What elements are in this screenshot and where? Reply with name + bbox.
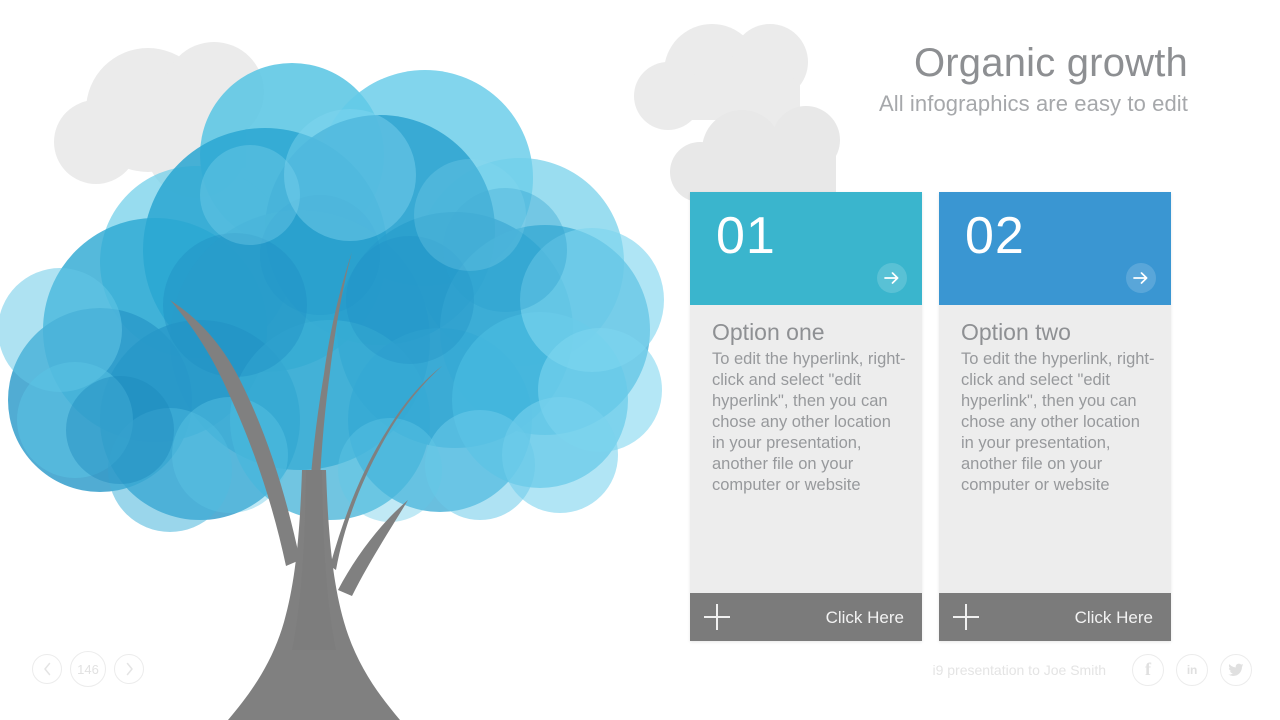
arrow-right-icon[interactable]	[1126, 263, 1156, 293]
header-block: Organic growth All infographics are easy…	[568, 42, 1188, 118]
page-subtitle: All infographics are easy to edit	[878, 91, 1188, 117]
tree-foliage	[0, 63, 664, 532]
cloud-left	[54, 42, 264, 198]
card-number-02: 02	[965, 207, 1025, 265]
tree-branches	[170, 252, 442, 596]
page-number[interactable]: 146	[70, 651, 106, 687]
twitter-icon[interactable]	[1220, 654, 1252, 686]
plus-icon	[704, 604, 730, 630]
card-title-01: Option one	[712, 319, 825, 345]
footer-bar: i9 presentation to Joe Smith f in	[932, 654, 1252, 686]
card-text-02: To edit the hyperlink, right-click and s…	[961, 350, 1155, 495]
card-title-02: Option two	[961, 319, 1071, 345]
click-here-label-02: Click Here	[1074, 607, 1153, 627]
tree-trunk	[228, 470, 400, 720]
card-header-01: 01	[690, 192, 922, 305]
linkedin-icon[interactable]: in	[1176, 654, 1208, 686]
click-here-label-01: Click Here	[825, 607, 904, 627]
card-text-01: To edit the hyperlink, right-click and s…	[712, 350, 906, 495]
linkedin-glyph: in	[1186, 663, 1198, 677]
slide-canvas: Organic growth All infographics are easy…	[0, 0, 1280, 720]
card-number-01: 01	[716, 207, 776, 265]
arrow-right-icon[interactable]	[877, 263, 907, 293]
card-cta-01[interactable]: Click Here	[690, 593, 922, 641]
card-header-02: 02	[939, 192, 1171, 305]
page-title: Organic growth	[913, 41, 1188, 85]
option-card-02[interactable]: 02 Option two To edit the hyperlink, rig…	[939, 192, 1171, 641]
card-cta-02[interactable]: Click Here	[939, 593, 1171, 641]
plus-icon	[953, 604, 979, 630]
chevron-left-icon[interactable]	[32, 654, 62, 684]
card-body-01: Option one To edit the hyperlink, right-…	[690, 305, 922, 593]
facebook-glyph: f	[1145, 659, 1151, 679]
presentation-note: i9 presentation to Joe Smith	[932, 662, 1106, 678]
chevron-right-icon[interactable]	[114, 654, 144, 684]
pagination-control: 146	[32, 651, 144, 687]
facebook-icon[interactable]: f	[1132, 654, 1164, 686]
card-body-02: Option two To edit the hyperlink, right-…	[939, 305, 1171, 593]
option-card-01[interactable]: 01 Option one To edit the hyperlink, rig…	[690, 192, 922, 641]
option-cards: 01 Option one To edit the hyperlink, rig…	[690, 192, 1171, 641]
